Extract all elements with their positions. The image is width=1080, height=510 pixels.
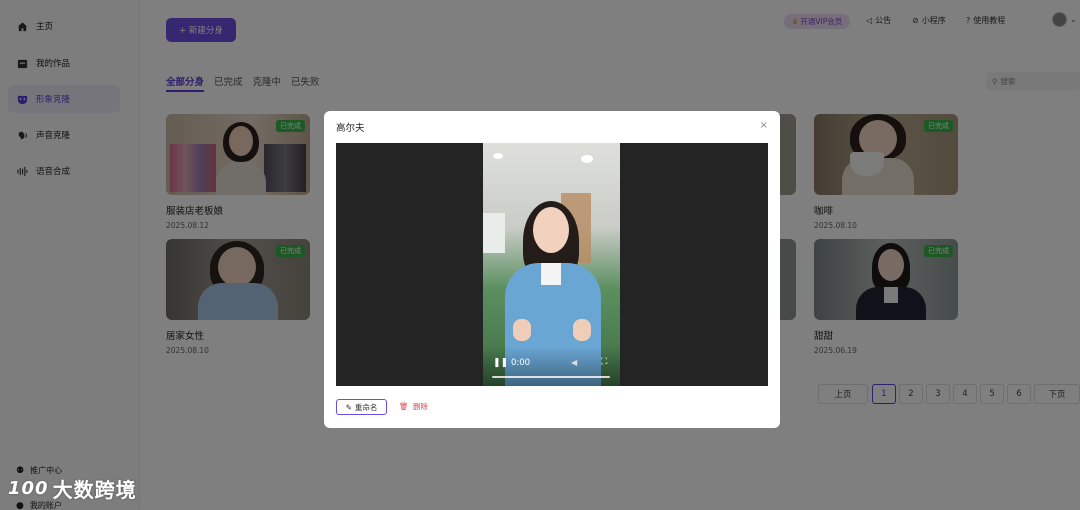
- video-player[interactable]: ❚❚ 0:00 ◀ ⛶: [336, 143, 768, 386]
- video-time: 0:00: [511, 358, 531, 368]
- video-preview-modal: 高尔夫 × ❚❚ 0:00 ◀ ⛶ ✎ 重命名 🗑 删除: [324, 111, 780, 428]
- video-frame: ❚❚ 0:00 ◀ ⛶: [483, 143, 620, 386]
- edit-icon: ✎: [345, 402, 352, 412]
- watermark: 100 大数跨境: [8, 474, 137, 503]
- watermark-text: 大数跨境: [52, 478, 137, 502]
- rename-label: 重命名: [354, 402, 378, 412]
- trash-icon: 🗑: [399, 402, 409, 411]
- modal-title: 高尔夫: [336, 123, 365, 134]
- rename-button[interactable]: ✎ 重命名: [336, 399, 387, 415]
- fullscreen-icon[interactable]: ⛶: [601, 357, 607, 367]
- watermark-logo: 100: [8, 478, 49, 499]
- volume-icon[interactable]: ◀: [571, 358, 577, 367]
- video-controls: ❚❚ 0:00 ◀ ⛶: [483, 346, 620, 386]
- delete-label: 删除: [412, 402, 428, 411]
- pause-icon[interactable]: ❚❚: [493, 358, 508, 368]
- close-icon[interactable]: ×: [760, 120, 768, 131]
- delete-button[interactable]: 🗑 删除: [399, 401, 428, 412]
- video-progress-bar[interactable]: [492, 376, 610, 378]
